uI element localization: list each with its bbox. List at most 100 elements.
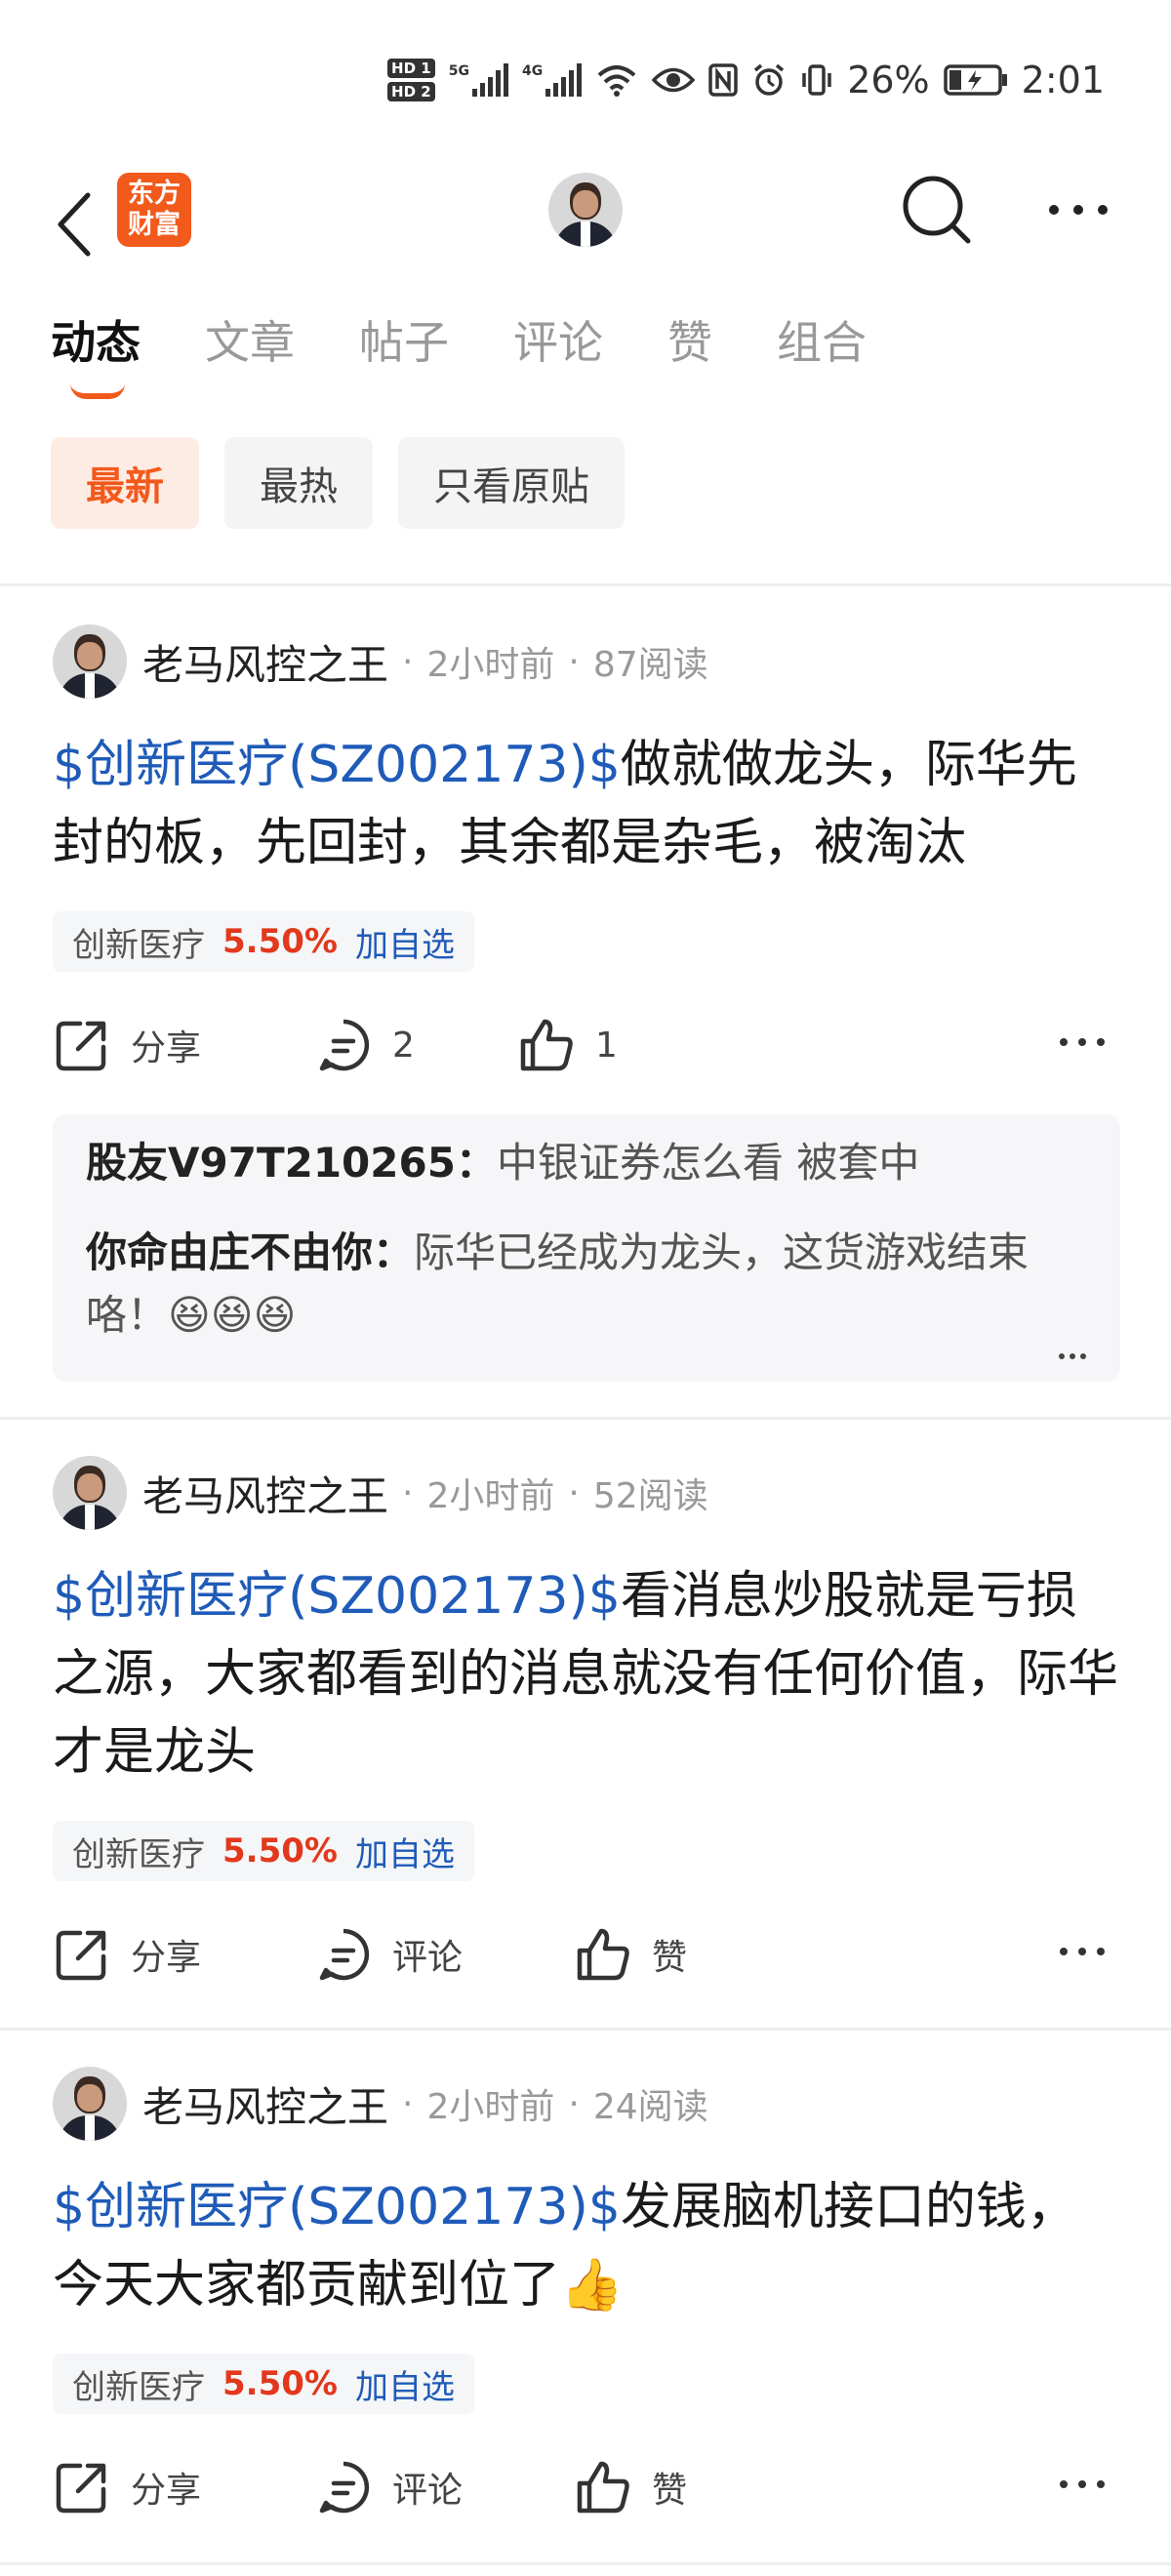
author-avatar[interactable] — [53, 2067, 127, 2141]
battery-charging-icon — [943, 64, 1007, 96]
share-icon — [56, 1930, 106, 1981]
more-options-icon[interactable] — [1044, 200, 1112, 220]
post-time: 2小时前 — [426, 645, 555, 685]
signal-5g-icon: 5G — [449, 63, 508, 97]
stock-tag-link[interactable]: $创新医疗(SZ002173)$ — [53, 1567, 621, 1626]
comment-button[interactable]: 评论 — [314, 2453, 463, 2521]
search-icon[interactable] — [898, 171, 976, 249]
post-more-icon[interactable] — [1058, 1032, 1107, 1052]
add-watchlist-button[interactable]: 加自选 — [355, 1828, 455, 1875]
stock-chip[interactable]: 创新医疗 5.50% 加自选 — [53, 2354, 474, 2414]
post-actions: 分享 评论 赞 — [53, 1920, 1118, 1989]
clock: 2:01 — [1021, 59, 1105, 101]
comment-more-icon[interactable] — [1058, 1352, 1087, 1360]
like-button[interactable]: 赞 — [574, 1920, 687, 1989]
stock-tag-link[interactable]: $创新医疗(SZ002173)$ — [53, 2178, 621, 2236]
alarm-icon — [754, 63, 785, 96]
vibrate-icon — [802, 64, 831, 96]
divider — [0, 2562, 1171, 2565]
status-bar: HD 1 HD 2 5G 4G 26% 2:01 — [0, 0, 1171, 166]
post-actions: 分享 评论 赞 — [53, 2453, 1118, 2521]
thumbs-up-icon — [520, 1019, 573, 1071]
eastmoney-logo[interactable]: 东方 财富 — [117, 173, 191, 247]
author-avatar[interactable] — [53, 1456, 127, 1530]
comment-user[interactable]: 股友V97T210265 — [86, 1139, 456, 1187]
comment-text: 中银证券怎么看 被套中 — [496, 1139, 920, 1187]
comment-icon — [319, 1928, 370, 1981]
stock-change: 5.50% — [222, 1831, 338, 1871]
wifi-icon — [597, 65, 636, 97]
battery-percent: 26% — [847, 59, 930, 101]
stock-change: 5.50% — [222, 922, 338, 961]
like-button[interactable]: 赞 — [574, 2453, 687, 2521]
post-actions: 分享 2 1 — [53, 1011, 1118, 1079]
comment-button[interactable]: 2 — [314, 1011, 415, 1079]
author-name[interactable]: 老马风控之王 — [142, 1464, 388, 1523]
comment-icon — [319, 2461, 370, 2514]
comment-item[interactable]: 你命由庄不由你：际华已经成为龙头，这货游戏结束咯！😆😆😆 — [86, 1222, 1081, 1347]
back-arrow-icon[interactable] — [49, 187, 117, 262]
post-author[interactable]: 老马风控之王 · 2小时前 · 24阅读 — [53, 2067, 708, 2141]
nfc-icon — [708, 63, 738, 97]
post-author[interactable]: 老马风控之王 · 2小时前 · 87阅读 — [53, 624, 708, 699]
share-icon — [56, 1021, 106, 1071]
post-more-icon[interactable] — [1058, 1942, 1107, 1961]
post-content[interactable]: $创新医疗(SZ002173)$看消息炒股就是亏损之源，大家都看到的消息就没有任… — [53, 1557, 1126, 1791]
stock-name: 创新医疗 — [72, 925, 205, 965]
stock-tag-link[interactable]: $创新医疗(SZ002173)$ — [53, 736, 621, 794]
filter-hottest[interactable]: 最热 — [224, 437, 373, 529]
author-name[interactable]: 老马风控之王 — [142, 632, 388, 692]
comment-user[interactable]: 你命由庄不由你 — [86, 1228, 373, 1276]
stock-name: 创新医疗 — [72, 1834, 205, 1874]
post-time: 2小时前 — [426, 2087, 555, 2127]
profile-avatar[interactable] — [548, 173, 623, 247]
stock-change: 5.50% — [222, 2364, 338, 2403]
filter-chips: 最新 最热 只看原贴 — [51, 437, 625, 529]
share-button[interactable]: 分享 — [53, 1920, 201, 1989]
comment-button[interactable]: 评论 — [314, 1920, 463, 1989]
stock-chip[interactable]: 创新医疗 5.50% 加自选 — [53, 1821, 474, 1881]
comment-preview[interactable]: 股友V97T210265：中银证券怎么看 被套中 你命由庄不由你：际华已经成为龙… — [53, 1114, 1120, 1382]
post-content[interactable]: $创新医疗(SZ002173)$发展脑机接口的钱，今天大家都贡献到位了👍 — [53, 2168, 1126, 2324]
tab-likes[interactable]: 赞 — [667, 307, 712, 372]
read-count: 87阅读 — [592, 645, 708, 685]
tab-bar: 动态 文章 帖子 评论 赞 组合 — [51, 307, 867, 399]
divider — [0, 584, 1171, 586]
signal-4g-icon: 4G — [522, 63, 583, 97]
like-button[interactable]: 1 — [517, 1011, 618, 1079]
author-avatar[interactable] — [53, 624, 127, 699]
share-icon — [56, 2463, 106, 2514]
post-content[interactable]: $创新医疗(SZ002173)$做就做龙头，际华先封的板，先回封，其余都是杂毛，… — [53, 726, 1126, 882]
read-count: 24阅读 — [592, 2087, 708, 2127]
post-author[interactable]: 老马风控之王 · 2小时前 · 52阅读 — [53, 1456, 708, 1530]
add-watchlist-button[interactable]: 加自选 — [355, 2360, 455, 2408]
filter-original-only[interactable]: 只看原贴 — [398, 437, 625, 529]
stock-name: 创新医疗 — [72, 2367, 205, 2407]
divider — [0, 2028, 1171, 2031]
tab-comments[interactable]: 评论 — [513, 307, 603, 372]
hd2-badge: HD 2 — [387, 82, 435, 101]
author-name[interactable]: 老马风控之王 — [142, 2074, 388, 2134]
laugh-emoji: 😆😆😆 — [168, 1291, 297, 1339]
post-time: 2小时前 — [426, 1476, 555, 1516]
stock-chip[interactable]: 创新医疗 5.50% 加自选 — [53, 911, 474, 972]
top-bar: 东方 财富 — [0, 166, 1171, 283]
add-watchlist-button[interactable]: 加自选 — [355, 918, 455, 966]
thumbs-up-icon — [577, 1928, 629, 1981]
read-count: 52阅读 — [592, 1476, 708, 1516]
hd1-badge: HD 1 — [387, 59, 435, 78]
tab-articles[interactable]: 文章 — [205, 307, 295, 372]
tab-portfolio[interactable]: 组合 — [777, 307, 867, 372]
share-button[interactable]: 分享 — [53, 1011, 201, 1079]
filter-latest[interactable]: 最新 — [51, 437, 199, 529]
post-more-icon[interactable] — [1058, 2475, 1107, 2494]
share-button[interactable]: 分享 — [53, 2453, 201, 2521]
tab-posts[interactable]: 帖子 — [359, 307, 449, 372]
comment-item[interactable]: 股友V97T210265：中银证券怎么看 被套中 — [86, 1132, 1081, 1194]
divider — [0, 1417, 1171, 1420]
thumbs-up-icon — [577, 2461, 629, 2514]
sim-indicators: HD 1 HD 2 — [387, 59, 435, 101]
comment-icon — [319, 1019, 370, 1071]
eye-icon — [652, 67, 696, 93]
tab-dynamics[interactable]: 动态 — [51, 307, 141, 399]
